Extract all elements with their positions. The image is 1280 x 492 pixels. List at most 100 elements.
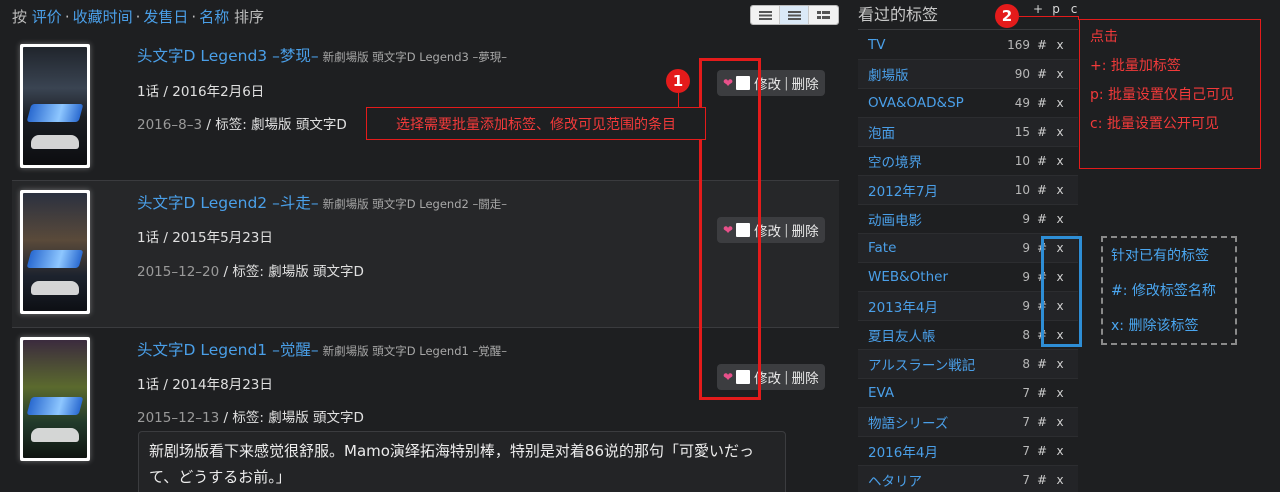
rename-tag-button[interactable]: # xyxy=(1030,154,1054,168)
delete-button[interactable]: 删除 xyxy=(792,220,819,240)
highlight-tag-actions xyxy=(1041,236,1082,347)
tag-row: アルスラーン戦記 8 # x xyxy=(858,350,1078,379)
rename-tag-button[interactable]: # xyxy=(1030,67,1054,81)
grid-view-button[interactable] xyxy=(809,6,838,24)
rename-tag-button[interactable]: # xyxy=(1030,444,1054,458)
sort-separator: · xyxy=(64,8,70,26)
sort-by-release-date[interactable]: 发售日 xyxy=(143,8,188,26)
tag-count: 10 xyxy=(1014,154,1030,168)
detail-view-button[interactable] xyxy=(780,6,809,24)
cover-image[interactable] xyxy=(20,337,90,461)
delete-tag-button[interactable]: x xyxy=(1054,183,1066,197)
tag-link[interactable]: 动画电影 xyxy=(858,209,998,229)
item-tags-label: 标签: xyxy=(232,264,264,280)
tag-count: 15 xyxy=(1014,125,1030,139)
tag-row: TV 169 # x xyxy=(858,31,1078,60)
tag-row: 2012年7月 10 # x xyxy=(858,176,1078,205)
tag-link[interactable]: 劇場版 xyxy=(858,64,998,84)
tag-link[interactable]: アルスラーン戦記 xyxy=(858,354,998,374)
tag-link[interactable]: TV xyxy=(858,37,998,53)
sort-prefix: 按 xyxy=(12,8,28,26)
tag-row: ヘタリア 7 # x xyxy=(858,466,1078,492)
sort-by-rating[interactable]: 评价 xyxy=(32,8,62,26)
tag-count: 7 xyxy=(1022,473,1030,487)
tag-link[interactable]: 2016年4月 xyxy=(858,441,998,461)
tag-link[interactable]: EVA xyxy=(858,385,998,401)
item-release-date: 2015年5月23日 xyxy=(172,230,273,246)
tag-row: EVA 7 # x xyxy=(858,379,1078,408)
cover-image[interactable] xyxy=(20,44,90,168)
item-release-date: 2014年8月23日 xyxy=(172,377,273,393)
list-view-button[interactable] xyxy=(751,6,780,24)
tag-link[interactable]: 物語シリーズ xyxy=(858,412,998,432)
delete-tag-button[interactable]: x xyxy=(1054,96,1066,110)
item-title[interactable]: 头文字D Legend1 –觉醒– xyxy=(137,341,319,359)
delete-tag-button[interactable]: x xyxy=(1054,386,1066,400)
rename-tag-button[interactable]: # xyxy=(1030,415,1054,429)
rename-tag-button[interactable]: # xyxy=(1030,125,1054,139)
tag-link[interactable]: ヘタリア xyxy=(858,470,998,490)
delete-tag-button[interactable]: x xyxy=(1054,473,1066,487)
tag-row: 物語シリーズ 7 # x xyxy=(858,408,1078,437)
rename-tag-button[interactable]: # xyxy=(1030,473,1054,487)
delete-tag-button[interactable]: x xyxy=(1054,357,1066,371)
item-release-date: 2016年2月6日 xyxy=(172,84,265,100)
item-original-title: 新劇場版 頭文字D Legend3 –夢現– xyxy=(322,50,507,64)
tag-link[interactable]: WEB&Other xyxy=(858,269,998,285)
callout-connector xyxy=(678,93,679,107)
callout-select-items: 选择需要批量添加标签、修改可见范围的条目 xyxy=(366,107,706,140)
tag-count: 9 xyxy=(1022,299,1030,313)
tag-count: 7 xyxy=(1022,444,1030,458)
delete-button[interactable]: 删除 xyxy=(792,367,819,387)
tag-count: 9 xyxy=(1022,270,1030,284)
tag-link[interactable]: OVA&OAD&SP xyxy=(858,95,998,111)
list-icon xyxy=(758,10,772,20)
highlight-select-column xyxy=(699,58,761,400)
sort-by-collect-time[interactable]: 收藏时间 xyxy=(73,8,133,26)
rename-tag-button[interactable]: # xyxy=(1030,183,1054,197)
step-marker-2: 2 xyxy=(995,4,1019,28)
item-episodes: 1话 xyxy=(137,84,160,100)
item-title[interactable]: 头文字D Legend3 –梦现– xyxy=(137,47,319,65)
tag-link[interactable]: 泡面 xyxy=(858,122,998,142)
tag-row: 动画电影 9 # x xyxy=(858,205,1078,234)
delete-tag-button[interactable]: x xyxy=(1054,212,1066,226)
tag-count: 9 xyxy=(1022,241,1030,255)
rename-tag-button[interactable]: # xyxy=(1030,96,1054,110)
tags-panel-title: 看过的标签 xyxy=(858,5,939,24)
tag-row: 空の境界 10 # x xyxy=(858,147,1078,176)
sort-by-name[interactable]: 名称 xyxy=(199,8,229,26)
delete-tag-button[interactable]: x xyxy=(1054,154,1066,168)
item-title[interactable]: 头文字D Legend2 –斗走– xyxy=(137,194,319,212)
batch-add-tag-button[interactable]: + xyxy=(1029,2,1047,22)
rename-tag-button[interactable]: # xyxy=(1030,38,1054,52)
cover-image[interactable] xyxy=(20,190,90,314)
step-marker-1: 1 xyxy=(666,69,690,93)
tag-count: 49 xyxy=(1014,96,1030,110)
delete-tag-button[interactable]: x xyxy=(1054,67,1066,81)
sort-separator: · xyxy=(135,8,141,26)
tag-link[interactable]: 空の境界 xyxy=(858,151,998,171)
delete-tag-button[interactable]: x xyxy=(1054,125,1066,139)
tag-count: 169 xyxy=(1007,38,1030,52)
rename-tag-button[interactable]: # xyxy=(1030,357,1054,371)
delete-tag-button[interactable]: x xyxy=(1054,444,1066,458)
delete-button[interactable]: 删除 xyxy=(792,73,819,93)
batch-private-button[interactable]: p xyxy=(1047,2,1065,22)
rename-tag-button[interactable]: # xyxy=(1030,212,1054,226)
tag-row: 劇場版 90 # x xyxy=(858,60,1078,89)
delete-tag-button[interactable]: x xyxy=(1054,38,1066,52)
item-comment: 新剧场版看下来感觉很舒服。Mamo演绎拓海特别棒，特别是对着86说的那句「可愛い… xyxy=(138,431,786,492)
callout-connector xyxy=(1019,16,1079,17)
delete-tag-button[interactable]: x xyxy=(1054,415,1066,429)
item-tags: 劇場版 頭文字D xyxy=(268,410,364,426)
tag-count: 8 xyxy=(1022,328,1030,342)
tag-link[interactable]: 夏目友人帳 xyxy=(858,325,998,345)
rename-tag-button[interactable]: # xyxy=(1030,386,1054,400)
tag-count: 9 xyxy=(1022,212,1030,226)
item-tags: 劇場版 頭文字D xyxy=(251,117,347,133)
tag-link[interactable]: Fate xyxy=(858,240,998,256)
tag-link[interactable]: 2012年7月 xyxy=(858,180,998,200)
tag-link[interactable]: 2013年4月 xyxy=(858,296,998,316)
item-episodes: 1话 xyxy=(137,230,160,246)
